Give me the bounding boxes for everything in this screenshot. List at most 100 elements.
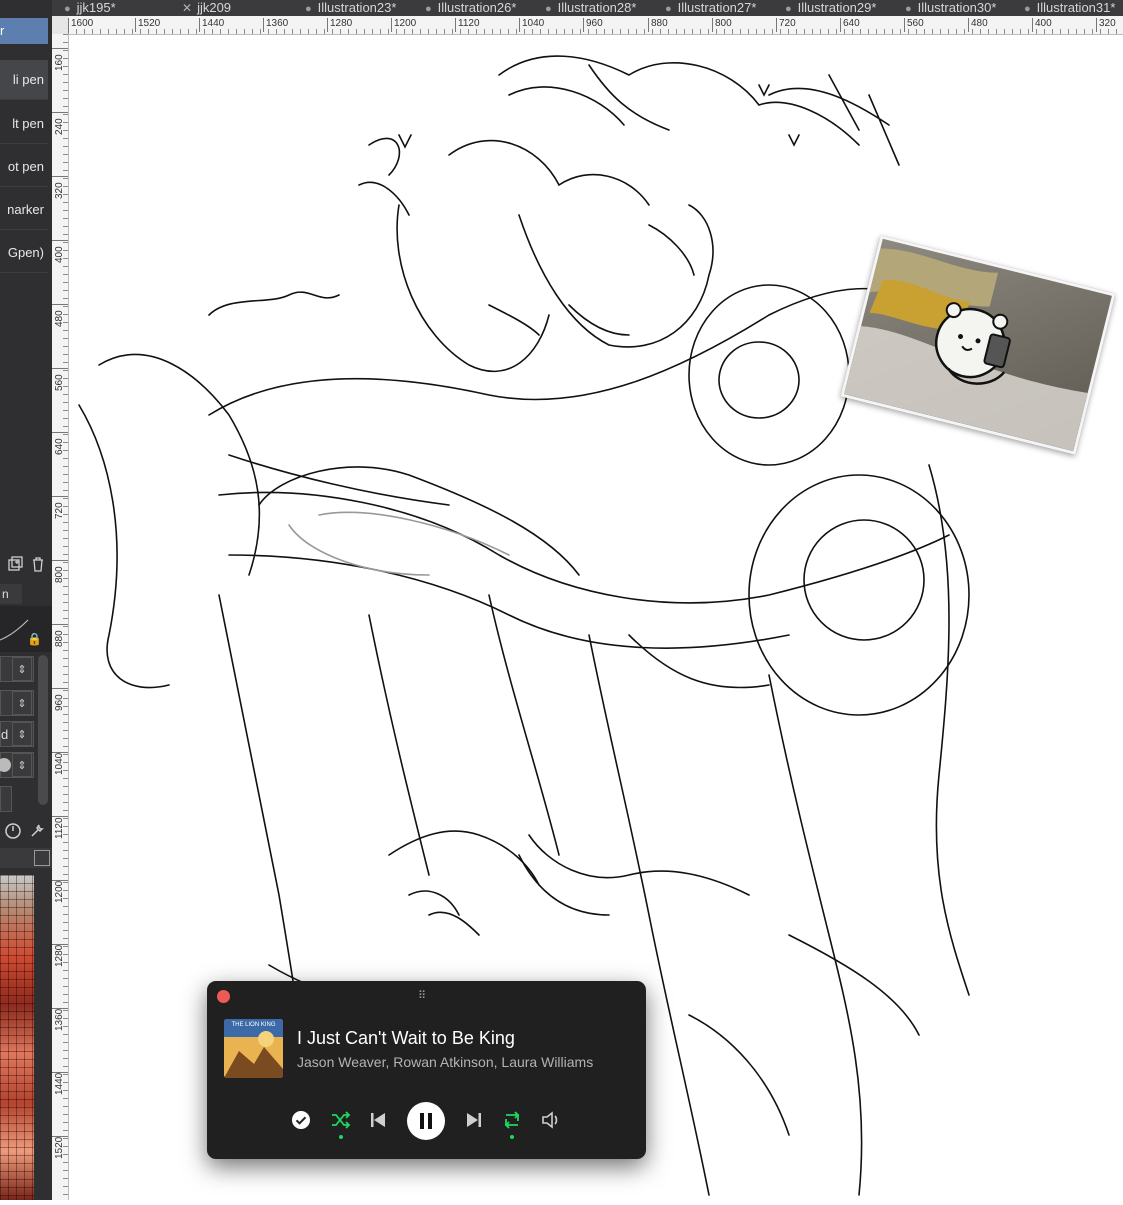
lock-icon[interactable]: 🔒 bbox=[27, 632, 42, 646]
ruler-tick: 1440 bbox=[199, 18, 224, 32]
brush-item-4[interactable]: narker bbox=[0, 190, 48, 230]
saved-check-button[interactable] bbox=[290, 1107, 312, 1133]
tab-illustration26[interactable]: ● Illustration26* bbox=[425, 0, 516, 16]
ruler-tick: 800 bbox=[52, 560, 68, 583]
wrench-icon[interactable] bbox=[28, 822, 46, 840]
stepper-icon[interactable]: ⇕ bbox=[12, 722, 32, 746]
close-window-button[interactable] bbox=[217, 990, 230, 1003]
ruler-tick: 960 bbox=[583, 18, 603, 32]
tab-illustration29[interactable]: ● Illustration29* bbox=[785, 0, 876, 16]
tab-illustration28[interactable]: ● Illustration28* bbox=[545, 0, 636, 16]
tab-jjk195[interactable]: ● jjk195* bbox=[64, 0, 116, 16]
next-button[interactable] bbox=[463, 1107, 485, 1133]
next-icon bbox=[467, 1113, 481, 1127]
saved-check-icon bbox=[292, 1111, 310, 1129]
ruler-tick: 1360 bbox=[52, 1008, 68, 1031]
ruler-tick: 400 bbox=[1032, 18, 1052, 32]
horizontal-ruler[interactable]: 1600 1520 1440 1360 1280 1200 1120 1040 … bbox=[68, 16, 1123, 35]
album-art-label: THE LION KING bbox=[231, 1022, 276, 1028]
brush-item-2[interactable]: lt pen bbox=[0, 104, 48, 144]
unsaved-dot-icon: ● bbox=[64, 3, 71, 15]
duplicate-layer-icon[interactable] bbox=[6, 556, 24, 574]
ruler-tick: 640 bbox=[52, 432, 68, 455]
ruler-tick: 1040 bbox=[52, 752, 68, 775]
palette-grid-icon[interactable] bbox=[34, 850, 50, 866]
panel-scrollbar[interactable] bbox=[38, 655, 48, 805]
ruler-tick: 1520 bbox=[52, 1136, 68, 1159]
stepper-icon[interactable]: ⇕ bbox=[12, 657, 32, 681]
close-icon[interactable]: ✕ bbox=[182, 1, 192, 15]
vertical-ruler[interactable]: 160 240 320 400 480 560 640 720 800 880 … bbox=[52, 34, 69, 1200]
brush-item-5[interactable]: Gpen) bbox=[0, 233, 48, 273]
shuffle-active-dot bbox=[339, 1135, 343, 1139]
ruler-tick: 1280 bbox=[52, 944, 68, 967]
tab-illustration30[interactable]: ● Illustration30* bbox=[905, 0, 996, 16]
ruler-tick: 640 bbox=[840, 18, 860, 32]
brush-tip-icon bbox=[0, 758, 11, 772]
ruler-tick: 480 bbox=[52, 304, 68, 327]
ruler-tick: 560 bbox=[904, 18, 924, 32]
stepper-icon[interactable]: ⇕ bbox=[12, 753, 32, 777]
document-tab-bar: ● jjk195* ✕ jjk209 ● Illustration23* ● Illus… bbox=[52, 0, 1123, 16]
mini-player[interactable]: ⠿ THE LION KING I Just Can't Wait to Be … bbox=[207, 981, 646, 1159]
unsaved-dot-icon: ● bbox=[305, 3, 312, 15]
pause-icon bbox=[420, 1113, 432, 1129]
ruler-tick: 1440 bbox=[52, 1072, 68, 1095]
ruler-corner bbox=[52, 16, 69, 35]
ruler-tick: 320 bbox=[52, 176, 68, 199]
shuffle-icon bbox=[332, 1111, 351, 1129]
ruler-tick: 1280 bbox=[327, 18, 352, 32]
pause-button[interactable] bbox=[407, 1102, 445, 1140]
panel-tab[interactable]: n bbox=[0, 584, 22, 604]
stepper-icon[interactable]: ⇕ bbox=[12, 691, 32, 715]
ruler-tick: 880 bbox=[648, 18, 668, 32]
album-art[interactable]: THE LION KING bbox=[224, 1019, 283, 1078]
unsaved-dot-icon: ● bbox=[1024, 3, 1031, 15]
ruler-tick: 560 bbox=[52, 368, 68, 391]
palette-toolbar bbox=[0, 848, 52, 868]
previous-button[interactable] bbox=[367, 1107, 389, 1133]
ruler-tick: 1120 bbox=[52, 816, 68, 839]
unsaved-dot-icon: ● bbox=[425, 3, 432, 15]
ruler-tick: 1120 bbox=[455, 18, 480, 32]
delete-icon[interactable] bbox=[29, 556, 47, 574]
setting-field-5[interactable] bbox=[0, 786, 12, 812]
tool-panel: r li pen lt pen ot pen narker Gpen) n 🔒 … bbox=[0, 0, 52, 1200]
color-palette[interactable] bbox=[0, 875, 34, 1200]
ruler-tick: 720 bbox=[776, 18, 796, 32]
track-artists[interactable]: Jason Weaver, Rowan Atkinson, Laura Will… bbox=[297, 1054, 609, 1070]
ruler-tick: 1600 bbox=[68, 18, 93, 32]
volume-button[interactable] bbox=[539, 1107, 563, 1133]
ruler-tick: 480 bbox=[968, 18, 988, 32]
ruler-tick: 1360 bbox=[263, 18, 288, 32]
brush-item-3[interactable]: ot pen bbox=[0, 147, 48, 187]
track-title[interactable]: I Just Can't Wait to Be King bbox=[297, 1028, 515, 1049]
previous-icon bbox=[371, 1113, 385, 1127]
drag-handle-icon[interactable]: ⠿ bbox=[418, 989, 427, 1002]
ruler-tick: 880 bbox=[52, 624, 68, 647]
tab-jjk209[interactable]: ✕ jjk209 bbox=[182, 0, 231, 16]
ruler-tick: 320 bbox=[1096, 18, 1116, 32]
unsaved-dot-icon: ● bbox=[905, 3, 912, 15]
ruler-tick: 1520 bbox=[135, 18, 160, 32]
shuffle-button[interactable] bbox=[329, 1107, 353, 1139]
tab-illustration23[interactable]: ● Illustration23* bbox=[305, 0, 396, 16]
ruler-tick: 720 bbox=[52, 496, 68, 519]
unsaved-dot-icon: ● bbox=[545, 3, 552, 15]
brush-group-selector[interactable]: r bbox=[0, 18, 48, 44]
repeat-button[interactable] bbox=[500, 1107, 524, 1139]
tab-illustration31[interactable]: ● Illustration31* bbox=[1024, 0, 1115, 16]
stroke-preview: 🔒 bbox=[0, 606, 52, 652]
ruler-tick: 400 bbox=[52, 240, 68, 263]
unsaved-dot-icon: ● bbox=[785, 3, 792, 15]
repeat-icon bbox=[504, 1111, 520, 1129]
repeat-active-dot bbox=[510, 1135, 514, 1139]
tab-illustration27[interactable]: ● Illustration27* bbox=[665, 0, 756, 16]
ruler-tick: 1200 bbox=[391, 18, 416, 32]
ruler-tick: 800 bbox=[712, 18, 732, 32]
brush-item-1[interactable]: li pen bbox=[0, 60, 48, 100]
ruler-tick: 1200 bbox=[52, 880, 68, 903]
ruler-tick: 960 bbox=[52, 688, 68, 711]
settings-dial-icon[interactable] bbox=[4, 822, 22, 840]
ruler-tick: 240 bbox=[52, 112, 68, 135]
